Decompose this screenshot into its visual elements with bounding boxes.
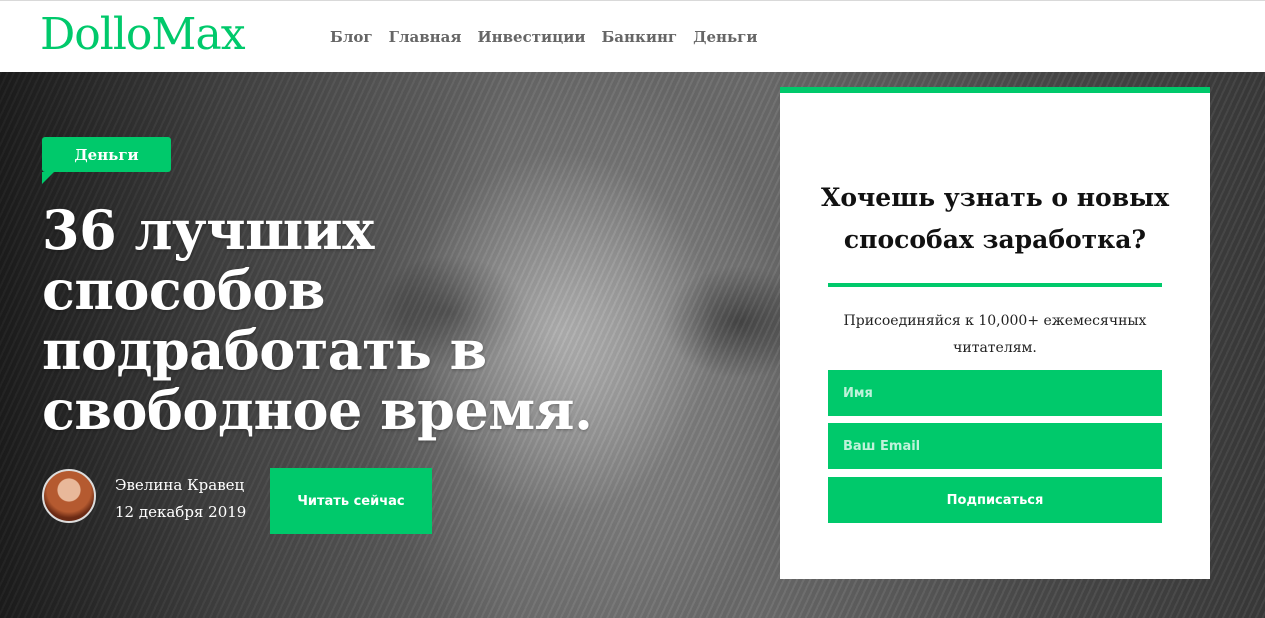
- publish-date: 12 декабря 2019: [115, 503, 247, 521]
- hero-section: Деньги 36 лучших способов подработать в …: [0, 72, 1265, 618]
- author-name: Эвелина Кравец: [115, 476, 245, 494]
- subscribe-button[interactable]: Подписаться: [828, 477, 1162, 523]
- author-avatar: [42, 469, 96, 523]
- site-logo[interactable]: DolloMax: [40, 9, 246, 60]
- email-input[interactable]: [828, 423, 1162, 469]
- subscribe-divider: [828, 283, 1162, 287]
- nav-item-banking[interactable]: Банкинг: [601, 28, 677, 46]
- nav-item-home[interactable]: Главная: [389, 28, 462, 46]
- subscribe-subtitle: Присоединяйся к 10,000+ ежемесячных чита…: [843, 313, 1147, 356]
- nav-item-money[interactable]: Деньги: [693, 28, 757, 46]
- site-header: DolloMax Блог Главная Инвестиции Банкинг…: [0, 0, 1265, 72]
- article-title[interactable]: 36 лучших способов подработать в свободн…: [42, 200, 642, 440]
- read-now-button[interactable]: Читать сейчас: [270, 468, 432, 534]
- subscribe-title: Хочешь узнать о новых способах заработка…: [820, 183, 1170, 254]
- subscribe-card: Хочешь узнать о новых способах заработка…: [780, 87, 1210, 579]
- category-tag[interactable]: Деньги: [42, 137, 171, 184]
- nav-item-blog[interactable]: Блог: [330, 28, 373, 46]
- name-input[interactable]: [828, 370, 1162, 416]
- nav-item-investments[interactable]: Инвестиции: [477, 28, 585, 46]
- main-nav: Блог Главная Инвестиции Банкинг Деньги: [330, 28, 757, 46]
